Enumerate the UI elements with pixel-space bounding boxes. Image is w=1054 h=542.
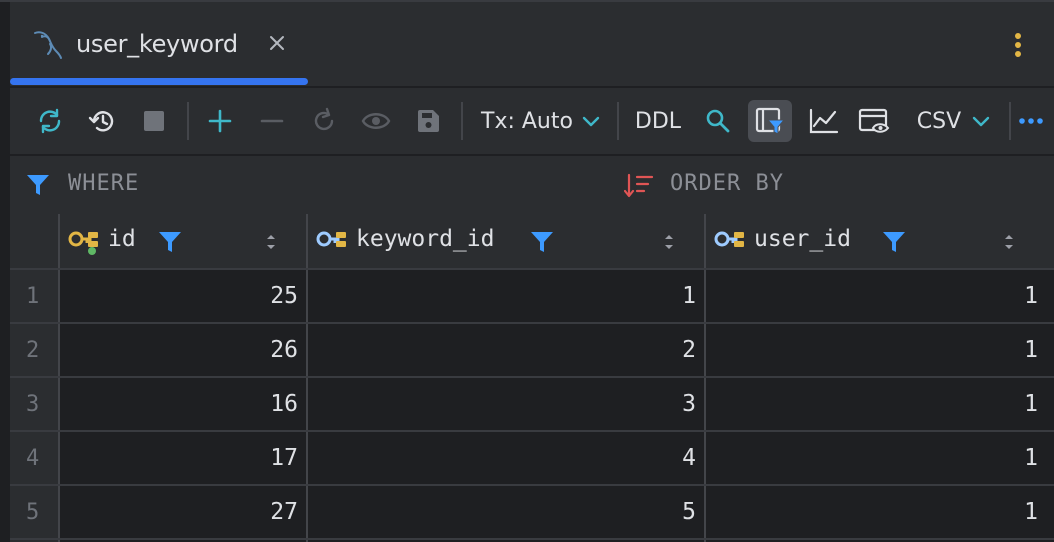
cell-user-id[interactable]: 1	[706, 391, 1038, 417]
order-by-input[interactable]: ORDER BY	[670, 171, 784, 196]
cell-id[interactable]: 26	[60, 337, 298, 363]
toolbar: Tx: Auto DDL CSV	[10, 88, 1054, 154]
column-name: user_id	[754, 226, 851, 252]
sort-icon[interactable]	[662, 232, 676, 252]
column-filter-icon[interactable]	[530, 230, 554, 254]
column-filter-icon[interactable]	[158, 230, 182, 254]
cell-id[interactable]: 17	[60, 445, 298, 471]
cell-keyword-id[interactable]: 5	[308, 499, 696, 525]
export-format-dropdown[interactable]: CSV	[912, 100, 996, 142]
search-icon	[706, 109, 730, 133]
column-filter-icon[interactable]	[882, 230, 906, 254]
column-divider	[704, 214, 706, 542]
column-header-keyword-id[interactable]: keyword_id	[308, 214, 704, 268]
cell-user-id[interactable]: 1	[706, 337, 1038, 363]
row-number: 5	[26, 500, 40, 525]
chevron-down-icon	[972, 116, 990, 127]
more-toolbar-button[interactable]	[1014, 100, 1048, 142]
transaction-mode-label: Tx: Auto	[481, 108, 573, 134]
toolbar-divider	[461, 102, 463, 140]
ddl-button[interactable]: DDL	[630, 100, 686, 142]
more-vertical-icon[interactable]	[1006, 30, 1030, 60]
row-divider	[10, 322, 1054, 324]
tab-user-keyword[interactable]: user_keyword	[10, 2, 308, 86]
export-format-label: CSV	[916, 108, 962, 134]
data-editor: user_keyword Tx: Auto DDL CSV WHERE ORDE…	[10, 2, 1054, 542]
row-divider	[10, 538, 1054, 540]
foreign-key-icon	[316, 231, 346, 247]
row-number: 1	[26, 284, 40, 309]
mysql-dolphin-icon	[34, 31, 62, 59]
close-icon[interactable]	[266, 32, 288, 54]
primary-key-icon	[68, 231, 98, 255]
order-by-icon	[624, 173, 654, 198]
view-data-button[interactable]	[856, 100, 892, 142]
refresh-icon	[39, 108, 61, 134]
tab-bar: user_keyword	[10, 2, 1054, 86]
data-grid: id keyword_id user_id 1 25 1 1 2 26 2 1 …	[10, 214, 1054, 542]
active-tab-indicator	[10, 78, 308, 85]
more-horizontal-icon	[1019, 118, 1043, 124]
remove-row-icon	[260, 119, 284, 123]
cell-id[interactable]: 25	[60, 283, 298, 309]
tab-title: user_keyword	[76, 30, 238, 58]
row-number: 3	[26, 392, 40, 417]
chevron-down-icon	[582, 116, 600, 127]
filter-panel-toggle[interactable]	[748, 100, 792, 142]
chart-icon	[809, 108, 839, 134]
cell-id[interactable]: 16	[60, 391, 298, 417]
toolbar-divider	[617, 102, 619, 140]
revert-button[interactable]	[306, 100, 342, 142]
filter-bar: WHERE ORDER BY	[10, 156, 1054, 214]
transaction-mode-dropdown[interactable]: Tx: Auto	[478, 100, 604, 142]
column-divider	[58, 214, 60, 542]
stop-button[interactable]	[136, 100, 172, 142]
save-button[interactable]	[410, 100, 446, 142]
foreign-key-icon	[714, 231, 744, 247]
column-header-id[interactable]: id	[60, 214, 306, 268]
history-icon	[88, 111, 114, 132]
row-divider	[10, 430, 1054, 432]
cell-user-id[interactable]: 1	[706, 445, 1038, 471]
cell-user-id[interactable]: 1	[706, 499, 1038, 525]
refresh-button[interactable]	[32, 100, 68, 142]
filter-panel-icon	[755, 107, 786, 135]
row-divider	[10, 484, 1054, 486]
history-button[interactable]	[84, 100, 120, 142]
remove-row-button[interactable]	[254, 100, 290, 142]
stop-icon	[144, 111, 164, 131]
view-data-icon	[858, 108, 890, 133]
row-number: 4	[26, 446, 40, 471]
ddl-label: DDL	[634, 108, 682, 134]
where-filter-input[interactable]: WHERE	[68, 171, 139, 196]
column-name: id	[108, 226, 136, 252]
save-icon	[418, 110, 439, 132]
row-divider	[10, 376, 1054, 378]
chart-button[interactable]	[806, 100, 842, 142]
toolbar-divider	[1009, 102, 1011, 140]
row-number-header	[10, 214, 58, 268]
preview-button[interactable]	[358, 100, 394, 142]
filter-icon	[27, 175, 49, 195]
cell-keyword-id[interactable]: 4	[308, 445, 696, 471]
cell-keyword-id[interactable]: 1	[308, 283, 696, 309]
column-divider	[306, 214, 308, 542]
row-divider	[10, 268, 1054, 270]
cell-id[interactable]: 27	[60, 499, 298, 525]
cell-keyword-id[interactable]: 2	[308, 337, 696, 363]
toolbar-divider	[187, 102, 189, 140]
cell-keyword-id[interactable]: 3	[308, 391, 696, 417]
sort-icon[interactable]	[264, 232, 278, 252]
row-number: 2	[26, 338, 40, 363]
column-header-user-id[interactable]: user_id	[706, 214, 1054, 268]
add-row-button[interactable]	[202, 100, 238, 142]
cell-user-id[interactable]: 1	[706, 283, 1038, 309]
column-name: keyword_id	[356, 226, 495, 252]
revert-icon	[314, 107, 334, 131]
sort-icon[interactable]	[1002, 232, 1016, 252]
search-button[interactable]	[700, 100, 736, 142]
preview-icon	[361, 113, 391, 129]
add-row-icon	[208, 109, 232, 133]
